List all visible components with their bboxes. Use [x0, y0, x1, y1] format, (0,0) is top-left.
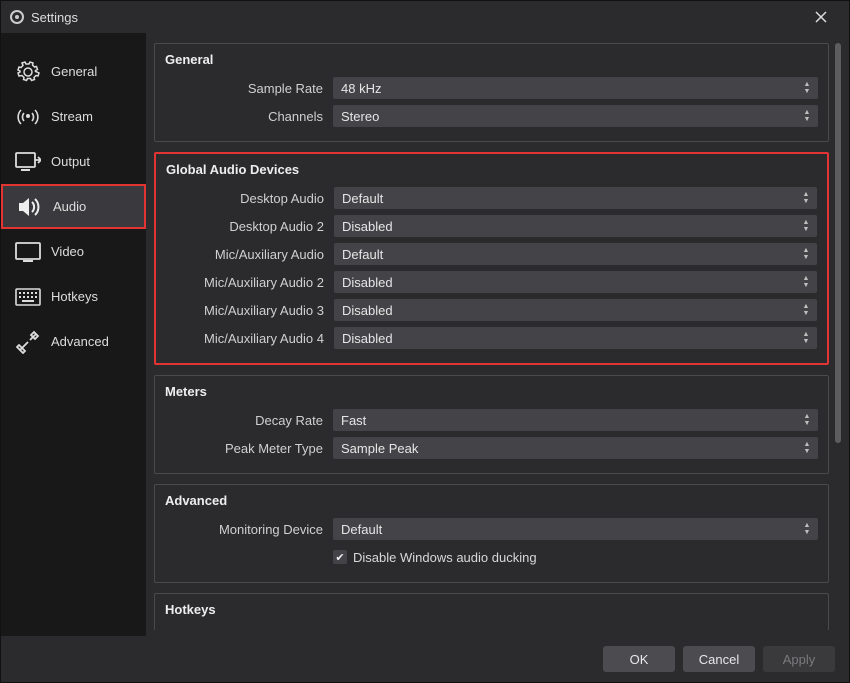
label-mic-aux-4: Mic/Auxiliary Audio 4 [166, 331, 334, 346]
sidebar-item-label: Audio [53, 199, 86, 214]
sidebar-item-label: Hotkeys [51, 289, 98, 304]
section-title: Meters [165, 384, 818, 399]
sidebar-item-stream[interactable]: Stream [1, 94, 146, 139]
sidebar-item-advanced[interactable]: Advanced [1, 319, 146, 364]
section-title: Advanced [165, 493, 818, 508]
chevron-updown-icon: ▲▼ [799, 331, 813, 345]
combo-desktop-audio[interactable]: Default▲▼ [334, 187, 817, 209]
sidebar-item-label: Video [51, 244, 84, 259]
chevron-updown-icon: ▲▼ [799, 303, 813, 317]
chevron-updown-icon: ▲▼ [800, 522, 814, 536]
sidebar-item-hotkeys[interactable]: Hotkeys [1, 274, 146, 319]
combo-decay-rate[interactable]: Fast▲▼ [333, 409, 818, 431]
scrollbar-thumb[interactable] [835, 43, 841, 443]
section-global-audio: Global Audio Devices Desktop Audio Defau… [154, 152, 829, 365]
combo-desktop-audio-2[interactable]: Disabled▲▼ [334, 215, 817, 237]
output-icon [15, 149, 41, 175]
combo-sample-rate[interactable]: 48 kHz ▲▼ [333, 77, 818, 99]
chevron-updown-icon: ▲▼ [800, 441, 814, 455]
combo-mic-aux-2[interactable]: Disabled▲▼ [334, 271, 817, 293]
section-title: General [165, 52, 818, 67]
chevron-updown-icon: ▲▼ [800, 109, 814, 123]
label-desktop-audio-2: Desktop Audio 2 [166, 219, 334, 234]
sidebar-item-output[interactable]: Output [1, 139, 146, 184]
app-icon [9, 9, 25, 25]
tools-icon [15, 329, 41, 355]
cancel-button[interactable]: Cancel [683, 646, 755, 672]
main-panel: General Sample Rate 48 kHz ▲▼ Channels [146, 33, 849, 636]
settings-window: Settings General Stream [0, 0, 850, 683]
section-meters: Meters Decay Rate Fast▲▼ Peak Meter Type… [154, 375, 829, 474]
sidebar-item-label: Stream [51, 109, 93, 124]
combo-peak-meter-type[interactable]: Sample Peak▲▼ [333, 437, 818, 459]
video-icon [15, 239, 41, 265]
label-monitoring-device: Monitoring Device [165, 522, 333, 537]
sidebar-item-label: General [51, 64, 97, 79]
window-title: Settings [31, 10, 78, 25]
sidebar-item-label: Advanced [51, 334, 109, 349]
chevron-updown-icon: ▲▼ [799, 247, 813, 261]
combo-mic-aux-4[interactable]: Disabled▲▼ [334, 327, 817, 349]
sidebar: General Stream Output Audio [1, 33, 146, 636]
chevron-updown-icon: ▲▼ [799, 191, 813, 205]
label-decay-rate: Decay Rate [165, 413, 333, 428]
combo-channels[interactable]: Stereo ▲▼ [333, 105, 818, 127]
section-title: Hotkeys [165, 602, 818, 617]
label-mic-aux-3: Mic/Auxiliary Audio 3 [166, 303, 334, 318]
sidebar-item-audio[interactable]: Audio [1, 184, 146, 229]
combo-mic-aux[interactable]: Default▲▼ [334, 243, 817, 265]
sidebar-item-general[interactable]: General [1, 49, 146, 94]
label-disable-ducking: Disable Windows audio ducking [353, 550, 537, 565]
label-mic-aux: Mic/Auxiliary Audio [166, 247, 334, 262]
label-peak-meter-type: Peak Meter Type [165, 441, 333, 456]
section-hotkeys: Hotkeys Browser Enable Push-to-mute [154, 593, 829, 630]
label-mic-aux-2: Mic/Auxiliary Audio 2 [166, 275, 334, 290]
section-advanced: Advanced Monitoring Device Default▲▼ ✔ D… [154, 484, 829, 583]
sidebar-item-video[interactable]: Video [1, 229, 146, 274]
chevron-updown-icon: ▲▼ [800, 413, 814, 427]
chevron-updown-icon: ▲▼ [799, 275, 813, 289]
label-channels: Channels [165, 109, 333, 124]
titlebar: Settings [1, 1, 849, 33]
chevron-updown-icon: ▲▼ [800, 81, 814, 95]
label-desktop-audio: Desktop Audio [166, 191, 334, 206]
section-general: General Sample Rate 48 kHz ▲▼ Channels [154, 43, 829, 142]
chevron-updown-icon: ▲▼ [799, 219, 813, 233]
gear-icon [15, 59, 41, 85]
ok-button[interactable]: OK [603, 646, 675, 672]
checkbox-disable-ducking[interactable]: ✔ [333, 550, 347, 564]
apply-button[interactable]: Apply [763, 646, 835, 672]
sidebar-item-label: Output [51, 154, 90, 169]
speaker-icon [17, 194, 43, 220]
label-sample-rate: Sample Rate [165, 81, 333, 96]
close-button[interactable] [801, 3, 841, 31]
combo-monitoring-device[interactable]: Default▲▼ [333, 518, 818, 540]
keyboard-icon [15, 284, 41, 310]
stream-icon [15, 104, 41, 130]
footer: OK Cancel Apply [1, 636, 849, 682]
combo-mic-aux-3[interactable]: Disabled▲▼ [334, 299, 817, 321]
scrollbar[interactable] [835, 43, 841, 630]
section-title: Global Audio Devices [166, 162, 817, 177]
